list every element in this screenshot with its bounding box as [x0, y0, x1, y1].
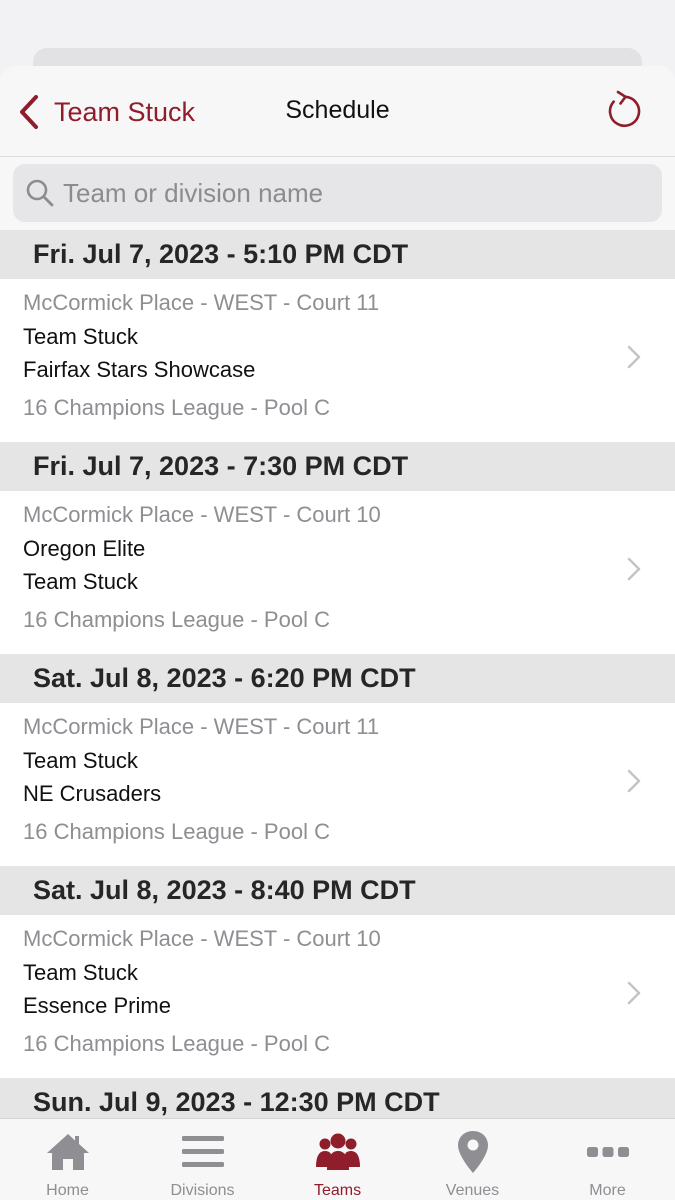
section-header-date: Sat. Jul 8, 2023 - 8:40 PM CDT [0, 866, 675, 915]
refresh-button[interactable] [605, 89, 641, 129]
game-team-1: Team Stuck [23, 748, 138, 773]
game-team-2: Fairfax Stars Showcase [23, 357, 256, 382]
search-input[interactable] [63, 177, 623, 209]
search-bar-container [0, 157, 675, 230]
tab-teams[interactable]: Teams [270, 1119, 405, 1200]
schedule-list: Fri. Jul 7, 2023 - 5:10 PM CDT McCormick… [0, 230, 675, 1127]
game-division: 16 Champions League - Pool C [23, 395, 330, 420]
house-icon [46, 1134, 89, 1170]
game-row[interactable]: McCormick Place - WEST - Court 10 Oregon… [0, 491, 675, 654]
game-team-2: Team Stuck [23, 569, 138, 594]
game-venue: McCormick Place - WEST - Court 11 [23, 714, 380, 739]
game-team-1: Team Stuck [23, 324, 138, 349]
tab-venues-label: Venues [445, 1182, 500, 1199]
game-team-2: NE Crusaders [23, 781, 162, 806]
game-team-2: Essence Prime [23, 993, 171, 1018]
schedule-sheet: Team Stuck Schedule Fri. Jul 7, 2023 - 5… [0, 66, 675, 1200]
game-division: 16 Champions League - Pool C [23, 1031, 330, 1056]
people-icon [315, 1133, 360, 1170]
chevron-right-icon [627, 981, 641, 1005]
section-header-date: Sat. Jul 8, 2023 - 6:20 PM CDT [0, 654, 675, 703]
game-row[interactable]: McCormick Place - WEST - Court 11 Team S… [0, 703, 675, 866]
tab-divisions-label: Divisions [170, 1182, 235, 1199]
tab-teams-label: Teams [313, 1182, 362, 1199]
game-row[interactable]: McCormick Place - WEST - Court 11 Team S… [0, 279, 675, 442]
chevron-right-icon [627, 345, 641, 369]
navigation-bar: Team Stuck Schedule [0, 66, 675, 157]
game-venue: McCormick Place - WEST - Court 10 [23, 502, 381, 527]
list-icon [181, 1136, 224, 1167]
refresh-icon [608, 90, 641, 128]
game-venue: McCormick Place - WEST - Court 11 [23, 290, 380, 315]
search-bar[interactable] [13, 164, 662, 222]
section-header-date: Fri. Jul 7, 2023 - 7:30 PM CDT [0, 442, 675, 491]
game-row[interactable]: McCormick Place - WEST - Court 10 Team S… [0, 915, 675, 1078]
tab-home[interactable]: Home [0, 1119, 135, 1200]
tab-more-label: More [589, 1182, 626, 1199]
page-title: Schedule [285, 96, 390, 124]
tab-divisions[interactable]: Divisions [135, 1119, 270, 1200]
game-team-1: Team Stuck [23, 960, 138, 985]
chevron-right-icon [627, 769, 641, 793]
chevron-right-icon [627, 557, 641, 581]
tab-home-label: Home [46, 1182, 89, 1199]
tab-venues[interactable]: Venues [405, 1119, 540, 1200]
search-icon [26, 179, 54, 207]
app-screen: Team Stuck Schedule Fri. Jul 7, 2023 - 5… [0, 0, 675, 1200]
section-header-date: Fri. Jul 7, 2023 - 5:10 PM CDT [0, 230, 675, 279]
ellipsis-icon [586, 1147, 629, 1157]
game-venue: McCormick Place - WEST - Court 10 [23, 926, 381, 951]
tab-bar: Home Divisions Teams Venues More [0, 1118, 675, 1200]
tab-more[interactable]: More [540, 1119, 675, 1200]
game-team-1: Oregon Elite [23, 536, 146, 561]
game-division: 16 Champions League - Pool C [23, 607, 330, 632]
game-division: 16 Champions League - Pool C [23, 819, 330, 844]
location-pin-icon [457, 1131, 488, 1173]
